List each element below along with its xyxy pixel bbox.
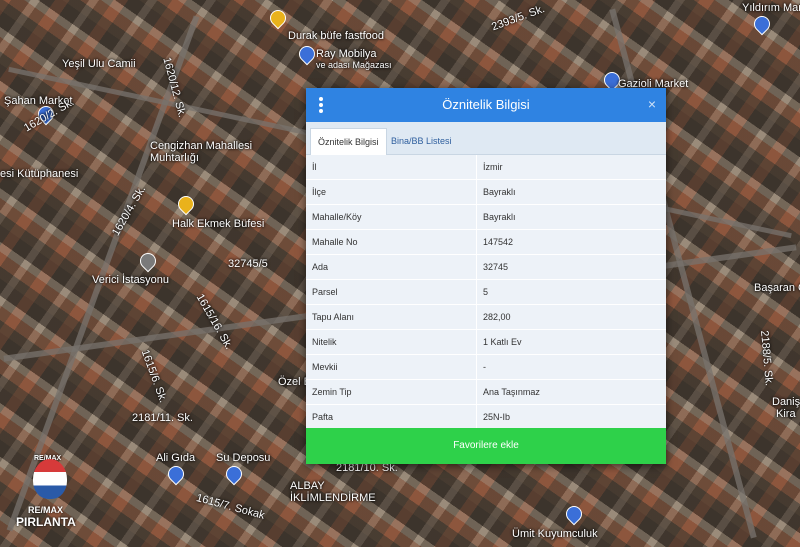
street-label: 1615/7. Sokak: [194, 492, 266, 522]
attr-value: 1 Katlı Ev: [476, 329, 666, 355]
attr-key: Mahalle No: [306, 229, 477, 255]
table-row: İlçe Bayraklı: [306, 179, 666, 205]
map-label: İKLİMLENDİRME: [290, 492, 376, 504]
map-label: Ümit Kuyumculuk: [512, 528, 598, 540]
street-label: 2393/5. Sk.: [490, 2, 547, 34]
logo-brand-text: PIRLANTA: [16, 515, 76, 529]
attr-key: Tapu Alanı: [306, 304, 477, 330]
balloon-icon: [33, 459, 67, 499]
map-label: Kira: [776, 408, 796, 420]
attr-value: 282,00: [476, 304, 666, 330]
map-label: Başaran Ca: [754, 282, 800, 294]
map-label: Ali Gıda: [156, 452, 196, 464]
map-label: Durak büfe fastfood: [288, 30, 385, 42]
attr-key: Mahalle/Köy: [306, 204, 477, 230]
poi-pin-su[interactable]: [222, 462, 246, 486]
add-favorites-button[interactable]: Favorilere ekle: [306, 428, 666, 464]
poi-pin-verici[interactable]: [136, 249, 160, 273]
street-label: 2188/5. Sk.: [758, 330, 775, 387]
table-row: Zemin Tip Ana Taşınmaz: [306, 379, 666, 405]
attr-key: Zemin Tip: [306, 379, 477, 405]
street-label: 2181/11. Sk.: [132, 412, 193, 424]
map-label: Yıldırım Market: [742, 2, 800, 14]
map-label: esi Kütüphanesi: [0, 168, 79, 180]
table-row: Nitelik 1 Katlı Ev: [306, 329, 666, 355]
map-label: Yeşil Ulu Camii: [62, 58, 136, 70]
table-row: Tapu Alanı 282,00: [306, 304, 666, 330]
street-label: 1615/16. Sk.: [193, 292, 235, 352]
attr-value: 147542: [476, 229, 666, 255]
parcel-label: 32745/5: [228, 258, 268, 270]
table-row: Pafta 25N-Ib: [306, 404, 666, 430]
poi-pin-ali[interactable]: [164, 462, 188, 486]
attr-key: Ada: [306, 254, 477, 280]
attr-value: 5: [476, 279, 666, 305]
map-label: Cengizhan Mahallesi: [150, 140, 253, 152]
table-row: Ada 32745: [306, 254, 666, 280]
table-row: Parsel 5: [306, 279, 666, 305]
map-label: Verici İstasyonu: [92, 274, 170, 286]
dialog-tabs: Öznitelik Bilgisi Bina/BB Listesi: [306, 122, 666, 155]
map-label: ve adası Mağazası: [316, 60, 392, 70]
poi-pin-yildirim[interactable]: [750, 12, 774, 36]
attr-key: İl: [306, 155, 477, 180]
poi-pin-ray[interactable]: [295, 42, 319, 66]
attr-key: Nitelik: [306, 329, 477, 355]
dialog-title: Öznitelik Bilgisi: [442, 97, 530, 112]
dialog-header: Öznitelik Bilgisi ×: [306, 88, 666, 122]
map-label: ALBAY: [290, 480, 325, 492]
map-label: Daniş: [772, 396, 800, 408]
attr-key: Mevkii: [306, 354, 477, 380]
table-row: Mahalle No 147542: [306, 229, 666, 255]
table-row: İl İzmir: [306, 155, 666, 180]
tab-building-list[interactable]: Bina/BB Listesi: [384, 128, 459, 154]
logo-bottom-text: RE/MAX: [28, 505, 64, 515]
attr-value: Bayraklı: [476, 179, 666, 205]
close-icon[interactable]: ×: [648, 96, 656, 112]
poi-pin-umit[interactable]: [562, 502, 586, 526]
map-label: Halk Ekmek Büfesi: [172, 218, 265, 230]
table-row: Mahalle/Köy Bayraklı: [306, 204, 666, 230]
poi-pin-durak[interactable]: [266, 6, 290, 30]
map-label: Ray Mobilya: [316, 48, 377, 60]
attr-key: İlçe: [306, 179, 477, 205]
table-row: Mevkii -: [306, 354, 666, 380]
attr-value: 25N-Ib: [476, 404, 666, 430]
attr-key: Pafta: [306, 404, 477, 430]
attribute-table: İl İzmir İlçe Bayraklı Mahalle/Köy Bayraklı…: [306, 155, 666, 430]
attr-value: İzmir: [476, 155, 666, 180]
map-label: Muhtarlığı: [150, 152, 199, 164]
attribute-dialog: Öznitelik Bilgisi × Öznitelik Bilgisi Bi…: [306, 88, 666, 464]
tab-attributes[interactable]: Öznitelik Bilgisi: [310, 128, 387, 155]
attr-value: 32745: [476, 254, 666, 280]
attr-value: -: [476, 354, 666, 380]
attr-value: Bayraklı: [476, 204, 666, 230]
street-label: 1615/6. Sk.: [138, 348, 170, 405]
map-label: Su Deposu: [216, 452, 271, 464]
remax-logo: RE/MAX RE/MAX PIRLANTA: [14, 451, 86, 531]
poi-pin-halk[interactable]: [174, 192, 198, 216]
attr-key: Parsel: [306, 279, 477, 305]
attr-value: Ana Taşınmaz: [476, 379, 666, 405]
